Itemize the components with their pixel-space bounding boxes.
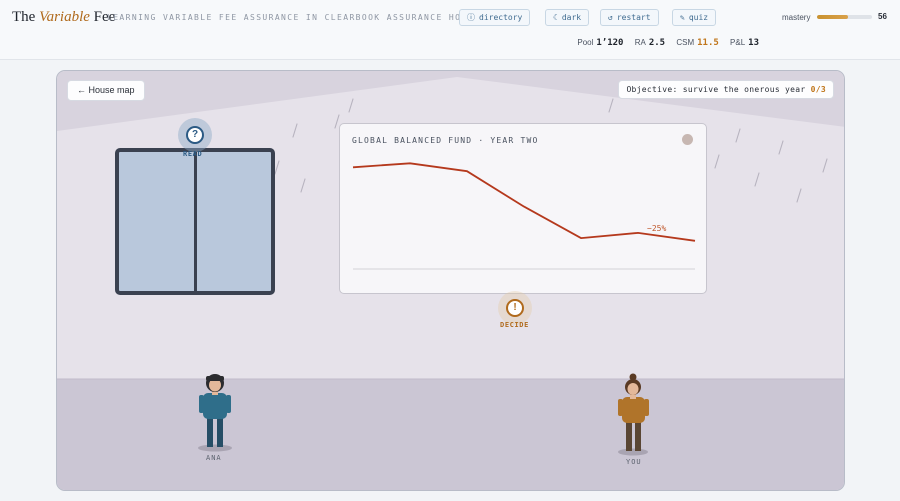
fund-chart-board: GLOBAL BALANCED FUND · YEAR TWO −25% <box>339 123 707 294</box>
pencil-icon: ✎ <box>680 13 685 22</box>
house-map-button[interactable]: ← House map <box>67 80 145 101</box>
mastery-value: 56 <box>878 12 887 21</box>
read-hotspot[interactable]: ? <box>178 118 212 152</box>
csm-value: 11.5 <box>697 38 719 48</box>
objective-panel: Objective: survive the onerous year 0/3 <box>618 80 834 99</box>
floor <box>57 379 844 490</box>
directory-button[interactable]: ⓘ directory <box>459 9 531 26</box>
game-scene: ← House map Objective: survive the onero… <box>56 70 845 491</box>
decide-hotspot[interactable]: ! <box>498 291 532 325</box>
character-name-ana: ANA <box>206 454 222 462</box>
dark-mode-button[interactable]: ☾ dark <box>545 9 590 26</box>
top-bar: The Variable Fee LEARNING VARIABLE FEE A… <box>0 0 900 60</box>
character-name-you: YOU <box>626 458 642 466</box>
info-icon: ⓘ <box>467 13 475 22</box>
pool-value: 1’120 <box>596 38 624 48</box>
fund-line-chart: −25% <box>352 162 696 270</box>
restart-button[interactable]: ↺ restart <box>600 9 659 26</box>
fund-series-line <box>352 162 696 242</box>
exclamation-icon: ! <box>506 299 524 317</box>
window <box>115 148 275 295</box>
objective-progress: 0/3 <box>810 85 826 94</box>
tagline: LEARNING VARIABLE FEE ASSURANCE IN CLEAR… <box>107 13 480 22</box>
mastery-progress-bar <box>817 15 872 19</box>
question-icon: ? <box>186 126 204 144</box>
ra-value: 2.5 <box>648 38 666 48</box>
pl-value: 13 <box>748 38 759 48</box>
stats-readout: Pool 1’120 RA 2.5 CSM 11.5 P&L 13 <box>577 38 759 48</box>
read-label: READ <box>183 150 203 158</box>
mastery-progress-fill <box>817 15 848 19</box>
game-title: The Variable Fee <box>12 9 116 25</box>
mastery-label: mastery <box>782 13 811 22</box>
quiz-button[interactable]: ✎ quiz <box>672 9 717 26</box>
window-divider <box>194 152 197 291</box>
moon-icon: ☾ <box>553 13 558 22</box>
restart-icon: ↺ <box>608 13 613 22</box>
drop-annotation: −25% <box>647 224 666 233</box>
decide-label: DECIDE <box>500 321 529 329</box>
